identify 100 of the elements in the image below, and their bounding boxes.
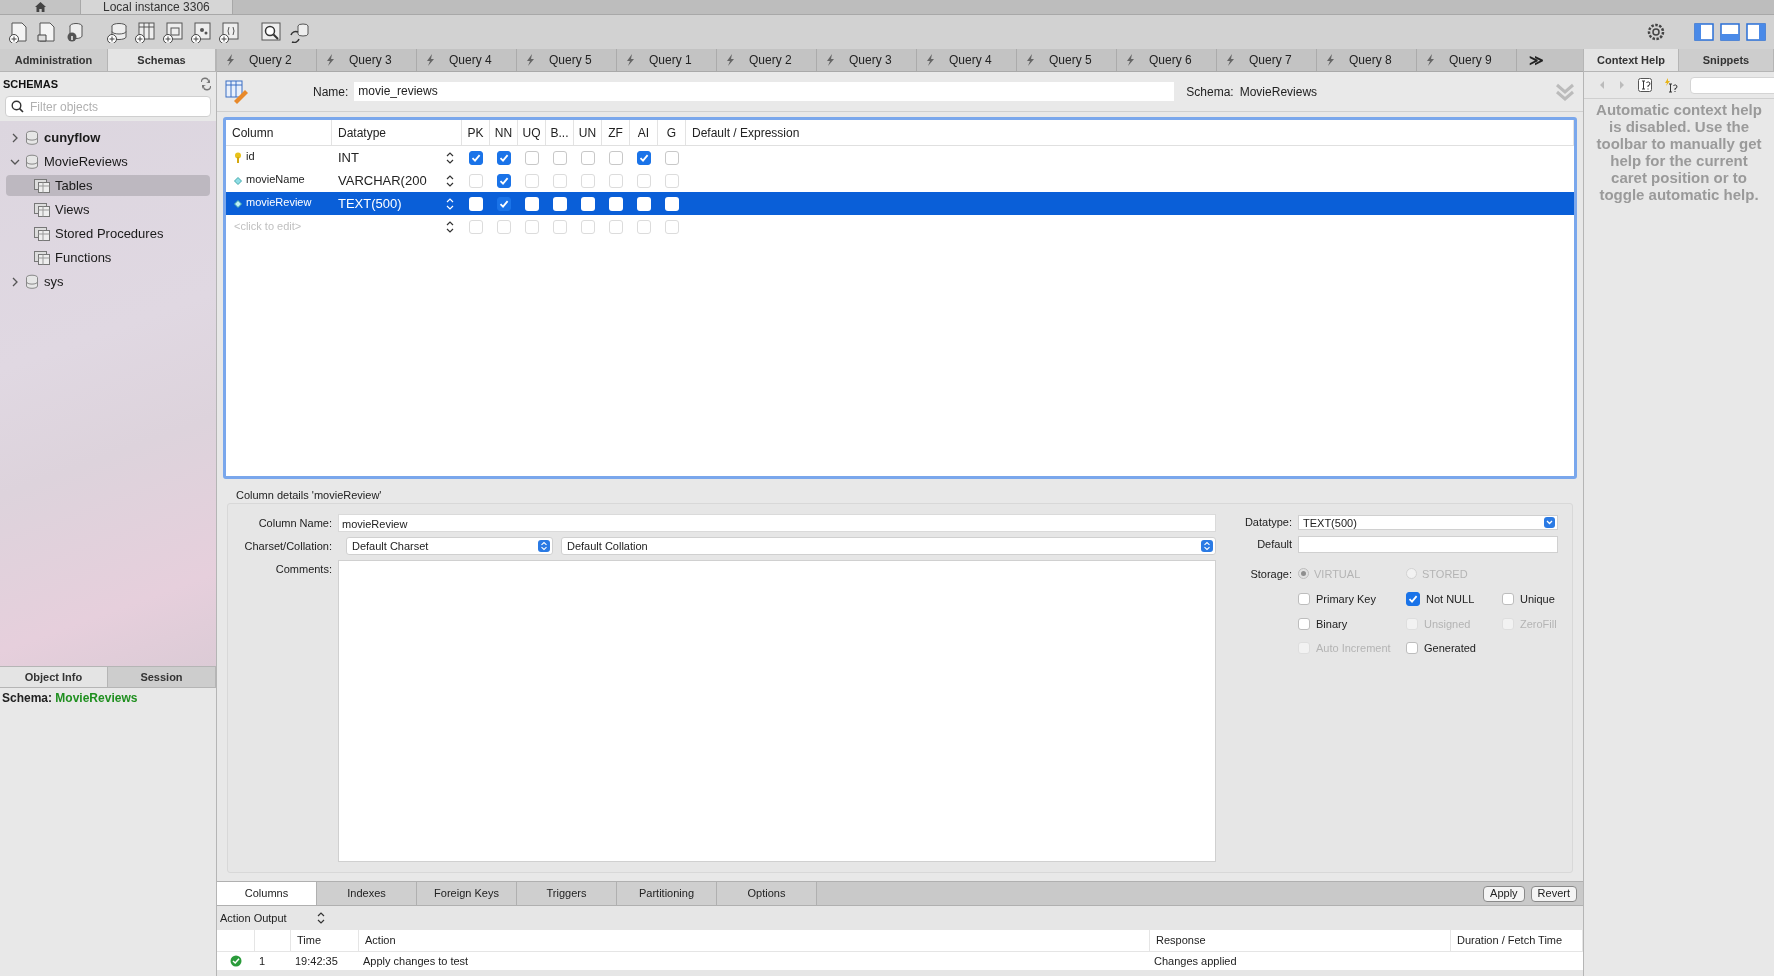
query-tab[interactable]: Query 5 [517, 49, 617, 71]
checkbox[interactable] [637, 150, 651, 165]
checkbox[interactable] [469, 196, 483, 211]
query-tab[interactable]: Query 9 [1417, 49, 1517, 71]
table-row[interactable]: id INT [226, 146, 1574, 169]
refresh-icon[interactable] [199, 77, 213, 91]
tree-item[interactable]: Stored Procedures [6, 223, 210, 244]
stepper-icon[interactable] [446, 151, 454, 164]
home-tab[interactable] [0, 0, 80, 14]
checkbox[interactable] [665, 150, 679, 165]
query-tab[interactable]: Query 4 [917, 49, 1017, 71]
checkbox[interactable] [525, 196, 539, 211]
panel-tab[interactable]: Snippets [1679, 49, 1774, 71]
editor-tab[interactable]: Triggers [517, 882, 617, 905]
name-field[interactable]: movie_reviews [354, 82, 1175, 101]
query-tab[interactable]: Query 8 [1317, 49, 1417, 71]
query-tab[interactable]: Query 3 [317, 49, 417, 71]
checkbox[interactable] [497, 173, 511, 188]
output-selector[interactable]: Action Output [217, 906, 1583, 930]
editor-tab[interactable]: Partitioning [617, 882, 717, 905]
checkbox[interactable] [497, 150, 511, 165]
settings-icon[interactable] [1646, 22, 1666, 42]
auto-help-icon[interactable] [1664, 77, 1678, 93]
checkbox[interactable] [609, 196, 623, 211]
function-plus-icon[interactable] [218, 21, 240, 43]
collation-dropdown[interactable]: Default Collation [561, 537, 1216, 555]
manual-help-icon[interactable] [1638, 78, 1652, 92]
table-plus-icon[interactable] [134, 21, 156, 43]
sidebar-left-toggle-icon[interactable] [1694, 23, 1714, 41]
default-field[interactable] [1298, 535, 1558, 553]
action-button[interactable]: Revert [1530, 885, 1577, 902]
column-name: id [246, 149, 255, 164]
panel-tab[interactable]: Context Help [1584, 49, 1679, 71]
checkbox[interactable] [1406, 642, 1418, 655]
schema-item[interactable]: sys [6, 271, 210, 292]
checkbox[interactable] [497, 196, 511, 211]
checkbox[interactable] [525, 150, 539, 165]
database-plus-icon[interactable] [106, 21, 128, 43]
sidebar-tab[interactable]: Schemas [108, 49, 216, 71]
query-tab[interactable]: Query 6 [1117, 49, 1217, 71]
stepper-icon[interactable] [446, 220, 454, 233]
checkbox[interactable] [637, 196, 651, 211]
tree-item[interactable]: Tables [6, 175, 210, 196]
editor-tab[interactable]: Options [717, 882, 817, 905]
chevron-right-icon[interactable] [10, 132, 20, 143]
query-tab[interactable]: Query 1 [617, 49, 717, 71]
chevron-right-icon[interactable] [10, 276, 20, 287]
lightning-icon [1425, 54, 1435, 66]
query-tab[interactable]: Query 3 [817, 49, 917, 71]
view-plus-icon[interactable] [162, 21, 184, 43]
document-folder-icon[interactable] [36, 21, 58, 43]
schema-item[interactable]: MovieReviews [6, 151, 210, 172]
checkbox[interactable] [553, 150, 567, 165]
search-field[interactable] [1690, 76, 1774, 94]
editor-tab[interactable]: Columns [217, 882, 317, 905]
checkbox[interactable] [581, 196, 595, 211]
action-button[interactable]: Apply [1483, 885, 1525, 902]
info-tab[interactable]: Session [108, 667, 216, 687]
lightning-icon [925, 54, 935, 66]
query-tab[interactable]: Query 2 [217, 49, 317, 71]
table-row[interactable]: movieReview TEXT(500) [226, 192, 1574, 215]
checkbox[interactable] [581, 150, 595, 165]
charset-dropdown[interactable]: Default Charset [346, 537, 553, 555]
datatype-dropdown[interactable]: TEXT(500) [1298, 514, 1558, 530]
comments-field[interactable] [338, 560, 1216, 862]
schema-name: cunyflow [44, 128, 101, 147]
database-sync-icon[interactable] [288, 21, 310, 43]
stepper-icon[interactable] [446, 174, 454, 187]
column-name-field[interactable]: movieReview [338, 514, 1216, 532]
sidebar-tab[interactable]: Administration [0, 49, 108, 71]
sidebar-right-toggle-icon[interactable] [1746, 23, 1766, 41]
checkbox[interactable] [1502, 593, 1514, 606]
checkbox[interactable] [1406, 592, 1420, 607]
editor-tab[interactable]: Indexes [317, 882, 417, 905]
checkbox[interactable] [1298, 593, 1310, 606]
search-icon[interactable] [260, 21, 282, 43]
checkbox[interactable] [665, 196, 679, 211]
checkbox[interactable] [609, 150, 623, 165]
tree-item[interactable]: Functions [6, 247, 210, 268]
diamond-icon [234, 199, 242, 208]
schema-item[interactable]: cunyflow [6, 127, 210, 148]
panel-bottom-toggle-icon[interactable] [1720, 23, 1740, 41]
table-row[interactable]: movieName VARCHAR(200 [226, 169, 1574, 192]
editor-tab[interactable]: Foreign Keys [417, 882, 517, 905]
overflow-button[interactable]: ≫ [1517, 49, 1556, 71]
checkbox[interactable] [553, 196, 567, 211]
procedure-plus-icon[interactable] [190, 21, 212, 43]
info-tab[interactable]: Object Info [0, 667, 108, 687]
document-plus-icon[interactable] [8, 21, 30, 43]
checkbox[interactable] [469, 150, 483, 165]
table-cell-text: Changes applied [1153, 954, 1238, 968]
query-tab[interactable]: Query 4 [417, 49, 517, 71]
filter-field[interactable]: Filter objects [5, 96, 211, 117]
lightning-icon [1325, 54, 1335, 66]
checkbox[interactable] [1298, 617, 1310, 630]
tree-item[interactable]: Views [6, 199, 210, 220]
connection-tab[interactable]: Local instance 3306 [80, 0, 233, 14]
query-tab[interactable]: Query 2 [717, 49, 817, 71]
query-tab[interactable]: Query 7 [1217, 49, 1317, 71]
query-tab[interactable]: Query 5 [1017, 49, 1117, 71]
